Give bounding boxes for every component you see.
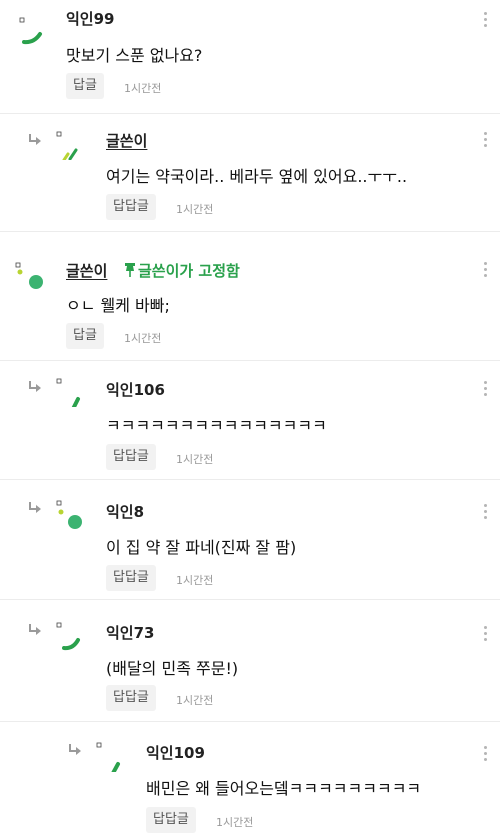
comment-time: 1시간전 [124, 82, 162, 95]
reply-item: 익인73 (배달의 민족 쭈문!) 답답글 1시간전 [0, 600, 500, 722]
comment-author[interactable]: 익인8 [106, 501, 144, 522]
comment-author[interactable]: 익인106 [106, 379, 165, 400]
more-options-icon[interactable] [484, 262, 488, 278]
reply-arrow-icon [27, 502, 41, 514]
more-options-icon[interactable] [484, 132, 488, 148]
comment-time: 1시간전 [176, 694, 214, 707]
reply-button[interactable]: 답답글 [106, 444, 156, 470]
reply-button[interactable]: 답답글 [106, 685, 156, 711]
reply-button[interactable]: 답글 [66, 323, 104, 349]
comment-author[interactable]: 익인109 [146, 742, 205, 763]
comment-text: (배달의 민족 쭈문!) [106, 659, 239, 678]
comment-text: 여기는 약국이라.. 베라두 옆에 있어요..ㅜㅜ.. [106, 167, 408, 186]
reply-item: 글쓴이 여기는 약국이라.. 베라두 옆에 있어요..ㅜㅜ.. 답답글 1시간전 [0, 114, 500, 232]
comment-author[interactable]: 글쓴이 [106, 130, 147, 151]
comment-author[interactable]: 글쓴이 [66, 260, 107, 281]
comment-author[interactable]: 익인73 [106, 622, 154, 643]
comment-author[interactable]: 익인99 [66, 8, 114, 29]
reply-item: 익인106 ㅋㅋㅋㅋㅋㅋㅋㅋㅋㅋㅋㅋㅋㅋㅋ 답답글 1시간전 [0, 361, 500, 480]
comment-text: 맛보기 스푼 없나요? [66, 46, 203, 65]
reply-arrow-icon [27, 624, 41, 636]
user-avatar-icon [56, 500, 82, 529]
user-avatar-icon [96, 742, 120, 772]
user-avatar-icon [56, 622, 80, 651]
user-avatar-icon [56, 131, 78, 160]
comment-item: 익인99 맛보기 스푼 없나요? 답글 1시간전 [0, 0, 500, 114]
reply-button[interactable]: 답답글 [106, 194, 156, 220]
reply-arrow-icon [67, 744, 81, 756]
comment-text: 이 집 약 잘 파네(진짜 잘 팜) [106, 538, 297, 557]
comment-time: 1시간전 [176, 453, 214, 466]
user-avatar-icon [15, 262, 43, 289]
reply-button[interactable]: 답답글 [106, 565, 156, 591]
pin-icon [125, 263, 135, 277]
reply-button[interactable]: 답답글 [146, 807, 196, 833]
reply-arrow-icon [27, 381, 41, 393]
comment-text: 배민은 왜 들어오는뎈ㅋㅋㅋㅋㅋㅋㅋㅋㅋ [146, 779, 422, 798]
more-options-icon[interactable] [484, 626, 488, 642]
comment-time: 1시간전 [216, 816, 254, 829]
more-options-icon[interactable] [484, 746, 488, 762]
more-options-icon[interactable] [484, 381, 488, 397]
more-options-icon[interactable] [484, 504, 488, 520]
reply-item: 익인8 이 집 약 잘 파네(진짜 잘 팜) 답답글 1시간전 [0, 480, 500, 600]
comment-time: 1시간전 [176, 203, 214, 216]
comment-time: 1시간전 [124, 332, 162, 345]
pinned-badge: 글쓴이가 고정함 [124, 260, 240, 281]
user-avatar-icon [56, 378, 80, 407]
reply-arrow-icon [27, 134, 41, 146]
user-avatar-icon [19, 17, 42, 45]
comment-text: ㅋㅋㅋㅋㅋㅋㅋㅋㅋㅋㅋㅋㅋㅋㅋ [106, 416, 327, 435]
more-options-icon[interactable] [484, 12, 488, 28]
reply-button[interactable]: 답글 [66, 73, 104, 99]
comment-text: ㅇㄴ 웰케 바빠; [66, 296, 170, 315]
comment-time: 1시간전 [176, 574, 214, 587]
reply-item: 익인109 배민은 왜 들어오는뎈ㅋㅋㅋㅋㅋㅋㅋㅋㅋ 답답글 1시간전 [0, 722, 500, 833]
comment-item: 글쓴이 글쓴이가 고정함 ㅇㄴ 웰케 바빠; 답글 1시간전 [0, 232, 500, 361]
pinned-label: 글쓴이가 고정함 [138, 262, 240, 280]
